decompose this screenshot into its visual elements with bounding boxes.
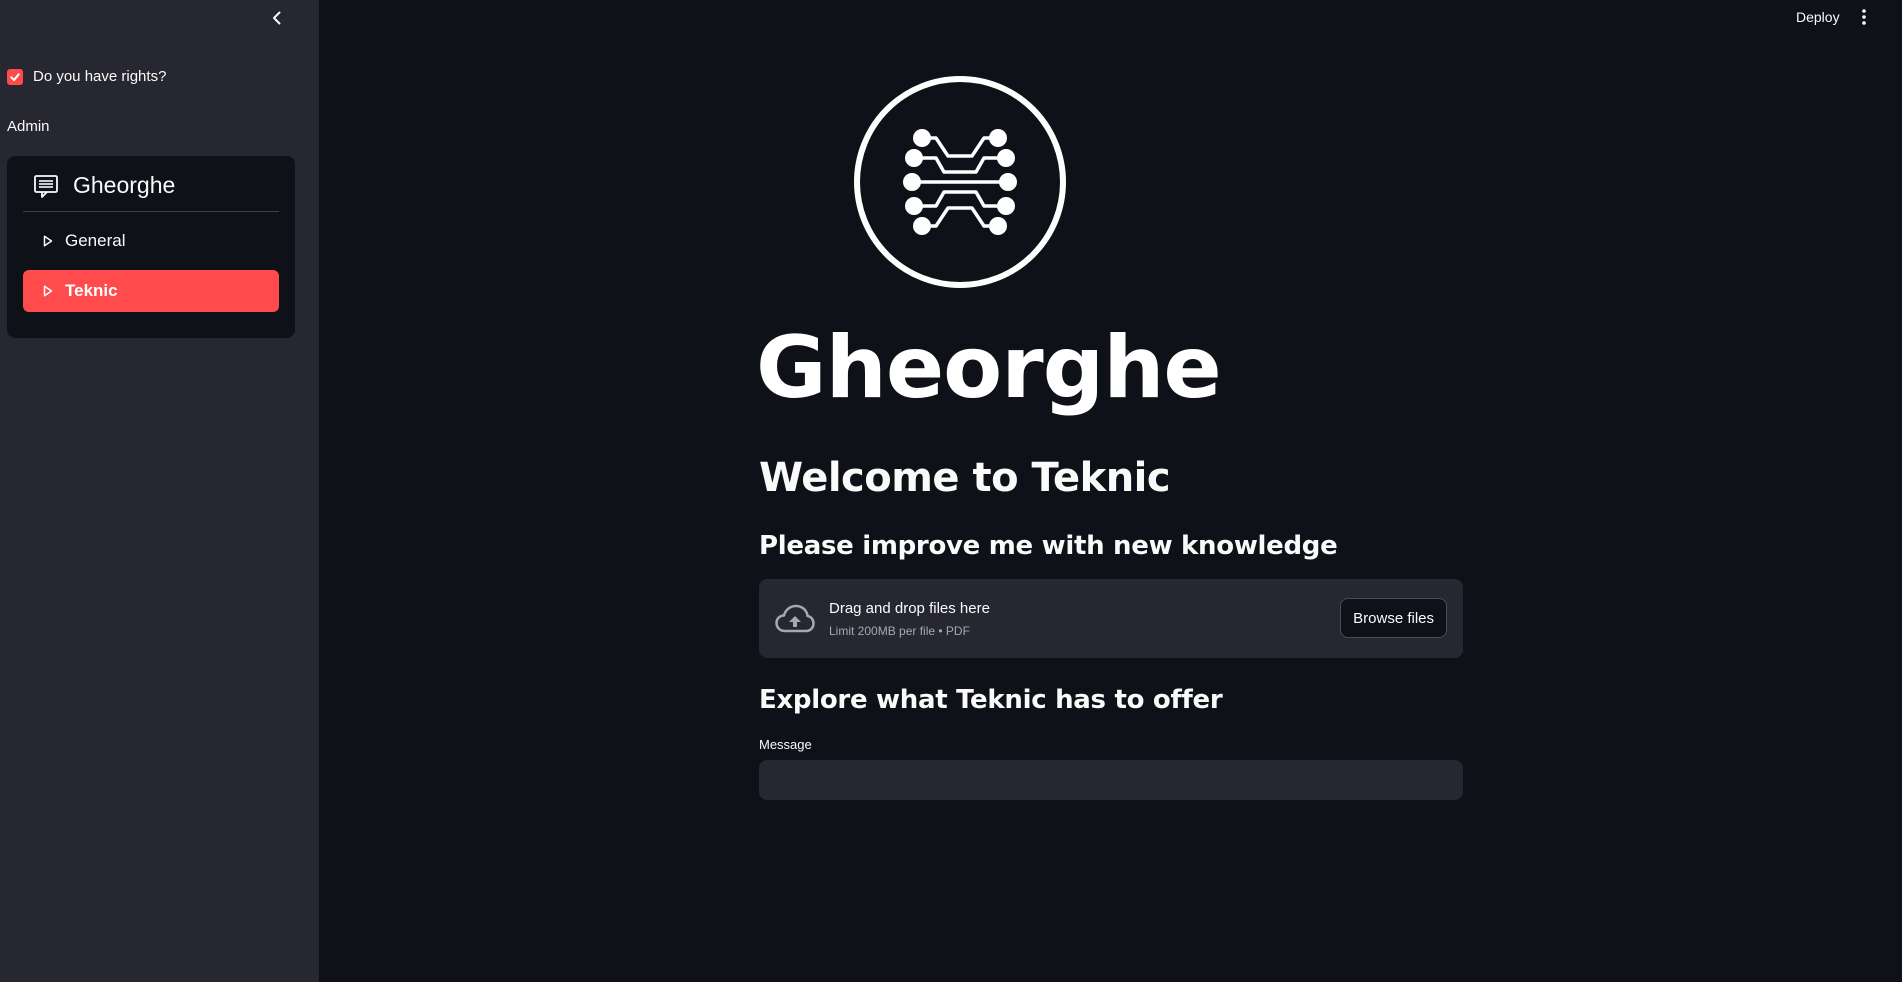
circuit-brain-icon: [854, 76, 1066, 288]
option-menu: Gheorghe General Teknic: [7, 156, 295, 338]
upload-heading: Please improve me with new knowledge: [759, 531, 1338, 561]
rights-checkbox-row[interactable]: Do you have rights?: [7, 68, 166, 85]
collapse-sidebar-button[interactable]: [266, 6, 288, 30]
app-root: Do you have rights? Admin Gheorghe Gener…: [0, 0, 1902, 982]
kebab-menu-icon: [1862, 9, 1866, 25]
rights-checkbox-label: Do you have rights?: [33, 68, 167, 85]
page-title: Welcome to Teknic: [759, 455, 1171, 501]
play-outline-icon: [43, 235, 53, 247]
check-icon: [10, 72, 20, 81]
menu-item-label: General: [65, 231, 126, 250]
message-label: Message: [759, 737, 812, 752]
file-dropzone[interactable]: Drag and drop files here Limit 200MB per…: [759, 579, 1463, 658]
dropzone-texts: Drag and drop files here Limit 200MB per…: [829, 600, 990, 638]
play-outline-icon: [43, 285, 53, 297]
message-text-icon: [34, 174, 58, 198]
option-menu-title: Gheorghe: [73, 172, 176, 198]
dropzone-limit-text: Limit 200MB per file • PDF: [829, 623, 970, 638]
deploy-button[interactable]: Deploy: [1796, 7, 1840, 27]
admin-label: Admin: [7, 118, 50, 135]
browse-files-button[interactable]: Browse files: [1340, 598, 1447, 638]
menu-item-general[interactable]: General: [23, 220, 279, 262]
menu-item-teknic[interactable]: Teknic: [23, 270, 279, 312]
option-menu-header: Gheorghe: [23, 172, 279, 212]
brand-title: Gheorghe: [756, 318, 1222, 418]
message-input[interactable]: [759, 760, 1463, 800]
sidebar: Do you have rights? Admin Gheorghe Gener…: [0, 0, 319, 982]
menu-item-label: Teknic: [65, 281, 118, 300]
rights-checkbox[interactable]: [7, 68, 23, 85]
cloud-upload-icon: [775, 604, 815, 632]
main-menu-button[interactable]: [1857, 6, 1871, 28]
dropzone-main-text: Drag and drop files here: [829, 599, 990, 617]
chevron-left-icon: [273, 11, 281, 25]
explore-heading: Explore what Teknic has to offer: [759, 685, 1223, 715]
